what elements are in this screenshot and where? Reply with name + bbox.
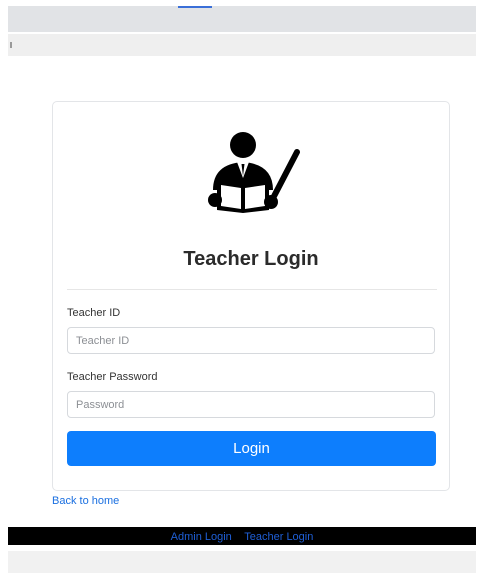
sub-bar — [8, 34, 476, 56]
footer-admin-login-link[interactable]: Admin Login — [171, 531, 232, 543]
page-title: Teacher Login — [183, 248, 319, 270]
bottom-bar — [8, 551, 476, 573]
teacher-password-input[interactable] — [67, 391, 435, 418]
page: Teacher Login Teacher ID Teacher Passwor… — [0, 0, 479, 577]
teacher-id-input[interactable] — [67, 327, 435, 354]
sub-bar-marker — [10, 42, 12, 48]
active-tab-indicator — [178, 6, 212, 8]
teacher-id-label: Teacher ID — [67, 307, 121, 319]
login-card: Teacher Login Teacher ID Teacher Passwor… — [52, 101, 450, 491]
divider — [67, 289, 437, 290]
teacher-icon — [208, 132, 300, 213]
footer: Admin Login Teacher Login — [8, 527, 476, 545]
top-bar — [8, 6, 476, 32]
login-button[interactable]: Login — [67, 431, 436, 466]
footer-teacher-login-link[interactable]: Teacher Login — [244, 531, 313, 543]
teacher-password-label: Teacher Password — [67, 371, 158, 383]
back-to-home-link[interactable]: Back to home — [52, 495, 119, 507]
